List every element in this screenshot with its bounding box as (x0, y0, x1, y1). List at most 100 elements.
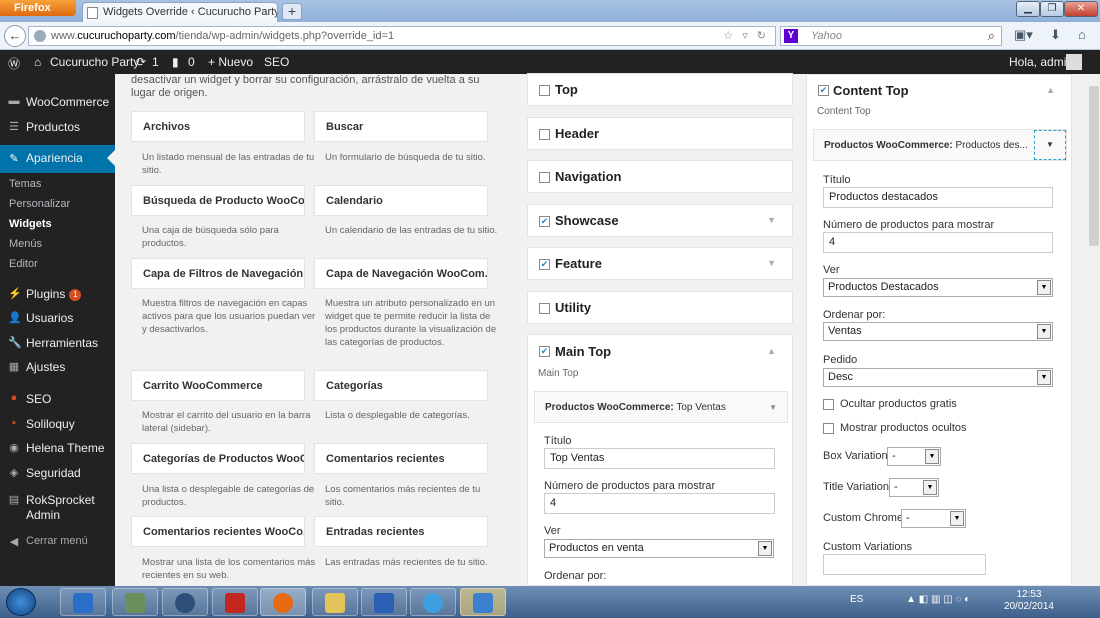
back-arrow-icon[interactable]: ← (4, 25, 26, 47)
taskbar-app-explorer[interactable] (312, 588, 358, 616)
taskbar-app-acrobat[interactable] (212, 588, 258, 616)
chevron-down-icon[interactable]: ▼ (769, 403, 777, 412)
menu-apariencia[interactable]: ✎ Apariencia (0, 145, 115, 173)
search-icon[interactable]: ⌕ (988, 28, 995, 44)
custom-variations-input[interactable] (823, 554, 986, 575)
dropdown-arrow-icon[interactable]: ▼ (1037, 370, 1051, 385)
dropdown-arrow-icon[interactable]: ▼ (1037, 324, 1051, 339)
minimize-icon[interactable]: ▁ (1016, 1, 1040, 17)
widget-header-productos-destacados[interactable]: Productos WooCommerce: Productos des... … (813, 129, 1067, 161)
language-indicator[interactable]: ES (850, 594, 863, 605)
taskbar-clock[interactable]: 12:53 20/02/2014 (1004, 589, 1054, 613)
widget-entradas-recientes[interactable]: Entradas recientes (314, 516, 488, 547)
seo-menu[interactable]: SEO (264, 55, 289, 69)
close-window-icon[interactable]: ✕ (1064, 1, 1098, 17)
sidebar-area-utility[interactable]: Utility (527, 291, 793, 324)
box-variation-select[interactable]: - ▼ (887, 447, 941, 466)
menu-herramientas[interactable]: 🔧 Herramientas (0, 335, 115, 353)
submenu-temas[interactable]: Temas (9, 178, 41, 190)
sidebar-area-feature[interactable]: ✔ Feature ▼ (527, 247, 793, 280)
show-hidden-checkbox[interactable] (823, 423, 834, 434)
widget-categorias[interactable]: Categorías (314, 370, 488, 401)
scrollbar[interactable] (1088, 74, 1100, 586)
avatar[interactable] (1066, 54, 1082, 70)
num-productos-input[interactable]: 4 (823, 232, 1053, 253)
submenu-personalizar[interactable]: Personalizar (9, 198, 70, 210)
ver-select[interactable]: Productos Destacados ▼ (823, 278, 1053, 297)
menu-usuarios[interactable]: 👤 Usuarios (0, 310, 115, 328)
widget-categorias-productos[interactable]: Categorías de Productos WooC... (131, 443, 305, 474)
checkbox-checked[interactable]: ✔ (539, 346, 550, 357)
menu-woocommerce[interactable]: ▬ WooCommerce (0, 94, 115, 112)
checkbox-checked[interactable]: ✔ (539, 216, 550, 227)
checkbox[interactable] (539, 303, 550, 314)
sidebar-area-showcase[interactable]: ✔ Showcase ▼ (527, 204, 793, 237)
dropdown-arrow-icon[interactable]: ▼ (758, 541, 772, 556)
menu-soliloquy[interactable]: ▪ Soliloquy (0, 416, 115, 434)
chevron-up-icon[interactable]: ▲ (767, 346, 776, 356)
widget-calendario[interactable]: Calendario (314, 185, 488, 216)
windows-start-icon[interactable] (6, 588, 36, 616)
widget-comentarios-woo[interactable]: Comentarios recientes WooCo... (131, 516, 305, 547)
greeting[interactable]: Hola, admin (1009, 55, 1073, 69)
updates-icon[interactable]: ⟳ (136, 55, 146, 69)
sidebar-area-header[interactable]: Header (527, 117, 793, 150)
titulo-input[interactable]: Productos destacados (823, 187, 1053, 208)
titulo-input[interactable]: Top Ventas (544, 448, 775, 469)
menu-productos[interactable]: ☰ Productos (0, 119, 115, 137)
pedido-select[interactable]: Desc ▼ (823, 368, 1053, 387)
new-content-menu[interactable]: + Nuevo (208, 55, 253, 69)
chevron-down-icon[interactable]: ▼ (1034, 130, 1066, 160)
bookmark-star-icon[interactable]: ☆ ▿ ↻ (723, 29, 769, 42)
checkbox[interactable] (539, 85, 550, 96)
menu-ajustes[interactable]: ▦ Ajustes (0, 359, 115, 377)
taskbar-app-hp[interactable] (162, 588, 208, 616)
maximize-icon[interactable]: ❐ (1040, 1, 1064, 17)
scrollbar-thumb[interactable] (1089, 86, 1099, 246)
taskbar-app-check[interactable] (60, 588, 106, 616)
taskbar-app-firefox[interactable] (260, 588, 306, 616)
home-icon[interactable]: ⌂ (34, 55, 41, 69)
search-box[interactable]: Y Yahoo ⌕ (780, 26, 1002, 46)
chevron-down-icon[interactable]: ▼ (767, 258, 776, 268)
bookmarks-icon[interactable]: ▣▾ (1014, 27, 1033, 43)
widget-header-top-ventas[interactable]: Productos WooCommerce: Top Ventas ▼ (534, 391, 788, 423)
chevron-up-icon[interactable]: ▲ (1046, 85, 1055, 95)
sidebar-area-top[interactable]: Top (527, 73, 793, 106)
checkbox-checked[interactable]: ✔ (539, 259, 550, 270)
comments-icon[interactable]: ▮ (172, 55, 179, 69)
menu-seo[interactable]: ● SEO (0, 391, 115, 409)
ver-select[interactable]: Productos en venta ▼ (544, 539, 774, 558)
dropdown-arrow-icon[interactable]: ▼ (923, 480, 937, 495)
widget-archivos[interactable]: Archivos (131, 111, 305, 142)
menu-plugins[interactable]: ⚡ Plugins 1 (0, 286, 115, 304)
chevron-down-icon[interactable]: ▼ (767, 215, 776, 225)
submenu-widgets[interactable]: Widgets (9, 218, 52, 230)
checkbox[interactable] (539, 172, 550, 183)
checkbox-checked[interactable]: ✔ (818, 85, 829, 96)
taskbar-app-word[interactable] (361, 588, 407, 616)
dropdown-arrow-icon[interactable]: ▼ (1037, 280, 1051, 295)
menu-helena-theme[interactable]: ◉ Helena Theme (0, 440, 115, 458)
widget-buscar[interactable]: Buscar (314, 111, 488, 142)
taskbar-app-ie[interactable] (410, 588, 456, 616)
widget-capa-navegacion[interactable]: Capa de Navegación WooCom... (314, 258, 488, 289)
submenu-editor[interactable]: Editor (9, 258, 38, 270)
tray-icons[interactable]: ▲ ◧ ▥ ◫ ◌ ◐ (906, 594, 970, 605)
widget-comentarios-recientes[interactable]: Comentarios recientes (314, 443, 488, 474)
taskbar-app-security[interactable] (460, 588, 506, 616)
num-productos-input[interactable]: 4 (544, 493, 775, 514)
sidebar-area-navigation[interactable]: Navigation (527, 160, 793, 193)
home-icon[interactable]: ⌂ (1078, 27, 1086, 42)
firefox-menu-button[interactable]: Firefox (0, 0, 76, 16)
browser-tab[interactable]: Widgets Override ‹ Cucurucho Party — ... (82, 2, 278, 22)
ordenar-select[interactable]: Ventas ▼ (823, 322, 1053, 341)
hide-free-checkbox[interactable] (823, 399, 834, 410)
custom-chrome-select[interactable]: - ▼ (901, 509, 966, 528)
wordpress-icon[interactable]: Ⓦ (8, 55, 20, 72)
title-variation-select[interactable]: - ▼ (889, 478, 939, 497)
dropdown-arrow-icon[interactable]: ▼ (925, 449, 939, 464)
menu-seguridad[interactable]: ◈ Seguridad (0, 465, 115, 483)
taskbar-app-computer[interactable] (112, 588, 158, 616)
submenu-menus[interactable]: Menús (9, 238, 42, 250)
